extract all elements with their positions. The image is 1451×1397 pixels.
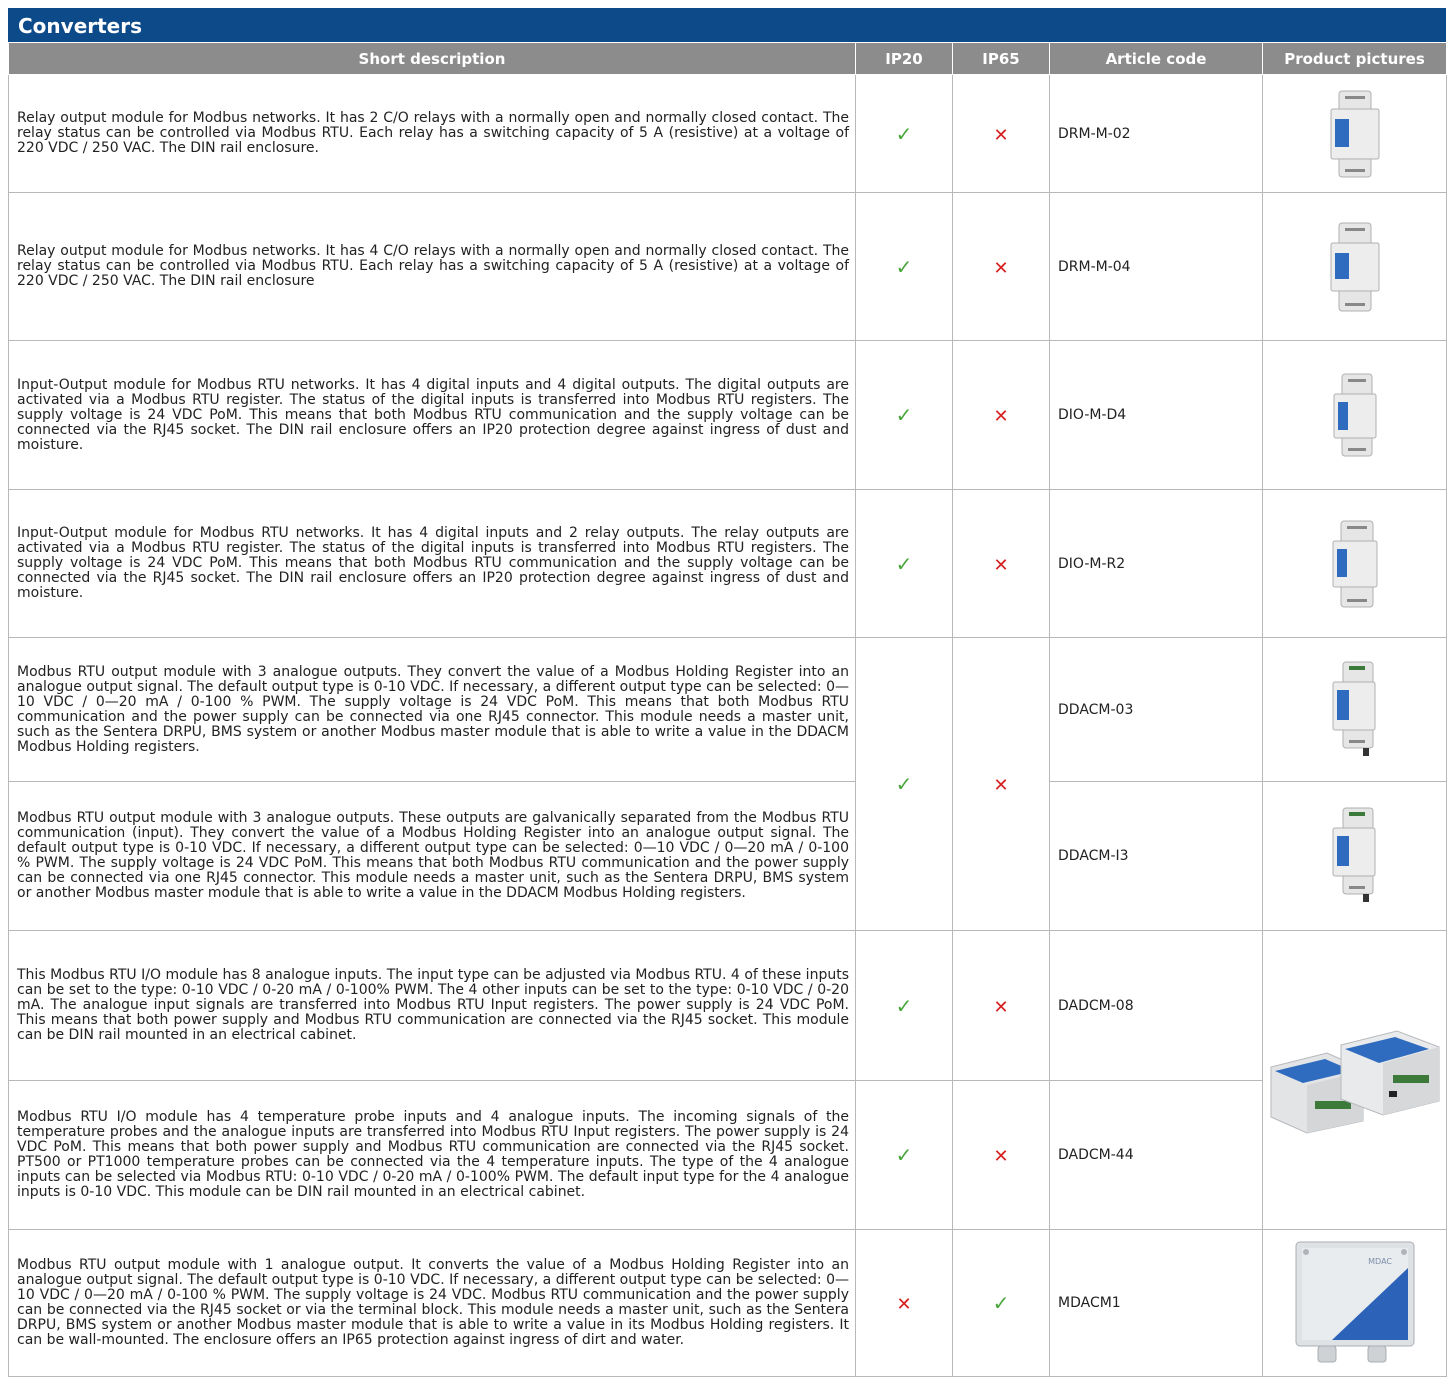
ip65-cell: ✕ (952, 340, 1050, 490)
check-icon: ✓ (895, 993, 913, 1018)
check-icon: ✓ (895, 551, 913, 576)
row-description: Modbus RTU output module with 1 analogue… (8, 1229, 856, 1377)
table-row: Modbus RTU output module with 1 analogue… (8, 1229, 1447, 1377)
header-article-code: Article code (1049, 42, 1263, 75)
ip20-cell: ✓ (855, 74, 953, 193)
product-picture-cell (1262, 340, 1447, 490)
table-row: Relay output module for Modbus networks.… (8, 74, 1447, 193)
product-picture-cell (1262, 489, 1447, 638)
product-picture-cell: MDAC (1262, 1229, 1447, 1377)
din-rail-relay-module-picture (1330, 222, 1379, 311)
ip65-cell: ✕ (952, 637, 1050, 931)
article-code: DRM-M-04 (1049, 192, 1263, 341)
article-code: MDACM1 (1049, 1229, 1263, 1377)
table-row: Modbus RTU output module with 3 analogue… (8, 637, 1447, 931)
article-code: DADCM-08 (1049, 930, 1263, 1081)
ip20-cell: ✓ (855, 192, 953, 341)
table-row: This Modbus RTU I/O module has 8 analogu… (8, 930, 1447, 1230)
check-icon: ✓ (895, 121, 913, 146)
enclosure-label: MDAC (1368, 1257, 1392, 1266)
header-ip65: IP65 (952, 42, 1050, 75)
article-code: DADCM-44 (1049, 1080, 1263, 1230)
cross-icon: ✕ (993, 257, 1009, 279)
table-header-row: Short description IP20 IP65 Article code… (8, 42, 1447, 75)
row-description: Input-Output module for Modbus RTU netwo… (8, 489, 856, 638)
ip20-cell: ✕ (855, 1229, 953, 1377)
check-icon: ✓ (895, 772, 913, 796)
row-description: Modbus RTU output module with 3 analogue… (8, 637, 856, 782)
product-picture-cell (1262, 637, 1447, 782)
article-code: DDACM-I3 (1049, 781, 1263, 931)
din-rail-analogue-module-picture (1332, 807, 1375, 902)
table-row: Input-Output module for Modbus RTU netwo… (8, 489, 1447, 638)
section-title: Converters (8, 8, 1446, 42)
cross-icon: ✕ (993, 1146, 1009, 1167)
ip20-cell: ✓ (855, 489, 953, 638)
product-picture-cell (1262, 781, 1447, 931)
header-product-pictures: Product pictures (1262, 42, 1447, 75)
row-description: Input-Output module for Modbus RTU netwo… (8, 340, 856, 490)
article-code: DDACM-03 (1049, 637, 1263, 782)
row-description: Modbus RTU output module with 3 analogue… (8, 781, 856, 931)
wall-mounted-enclosure-picture: MDAC (1295, 1241, 1414, 1363)
check-icon: ✓ (895, 1143, 913, 1167)
check-icon: ✓ (992, 1291, 1010, 1315)
cross-icon: ✕ (993, 554, 1009, 576)
converters-table: Short description IP20 IP65 Article code… (8, 42, 1447, 1377)
din-rail-relay-module-picture (1330, 90, 1379, 177)
article-code: DIO-M-R2 (1049, 489, 1263, 638)
din-rail-io-module-picture (1333, 373, 1376, 457)
ip65-cell: ✓ (952, 1229, 1050, 1377)
cross-icon: ✕ (993, 124, 1009, 146)
check-icon: ✓ (895, 254, 913, 279)
ip20-cell: ✓ (855, 637, 953, 931)
din-rail-analogue-module-picture (1332, 661, 1375, 756)
article-code: DRM-M-02 (1049, 74, 1263, 193)
ip65-cell: ✕ (952, 489, 1050, 638)
ip20-cell: ✓ (855, 340, 953, 490)
ip20-cell: ✓ (855, 1080, 953, 1230)
row-description: Modbus RTU I/O module has 4 temperature … (8, 1080, 856, 1230)
converters-table-container: Converters Short description IP20 IP65 A… (8, 8, 1447, 1377)
ip65-cell: ✕ (952, 74, 1050, 193)
check-icon: ✓ (895, 403, 913, 427)
cross-icon: ✕ (993, 996, 1009, 1018)
cross-icon: ✕ (993, 406, 1009, 427)
article-code: DIO-M-D4 (1049, 340, 1263, 490)
ip20-cell: ✓ (855, 930, 953, 1081)
product-picture-cell (1262, 192, 1447, 341)
table-row: Modbus RTU output module with 3 analogue… (8, 781, 1447, 931)
row-description: Relay output module for Modbus networks.… (8, 192, 856, 341)
table-row: Modbus RTU I/O module has 4 temperature … (8, 1080, 1447, 1230)
product-picture-cell (1262, 930, 1447, 1230)
cross-icon: ✕ (896, 1294, 912, 1315)
product-picture-cell (1262, 74, 1447, 193)
table-row: Input-Output module for Modbus RTU netwo… (8, 340, 1447, 490)
row-description: This Modbus RTU I/O module has 8 analogu… (8, 930, 856, 1081)
ip65-cell: ✕ (952, 192, 1050, 341)
header-short-description: Short description (8, 42, 856, 75)
din-rail-io-module-picture (1332, 520, 1377, 607)
row-description: Relay output module for Modbus networks.… (8, 74, 856, 193)
header-ip20: IP20 (855, 42, 953, 75)
cross-icon: ✕ (993, 775, 1009, 796)
table-row: Relay output module for Modbus networks.… (8, 192, 1447, 341)
ip65-cell: ✕ (952, 1080, 1050, 1230)
dadcm-modules-pair-picture (1270, 1030, 1439, 1134)
ip65-cell: ✕ (952, 930, 1050, 1081)
